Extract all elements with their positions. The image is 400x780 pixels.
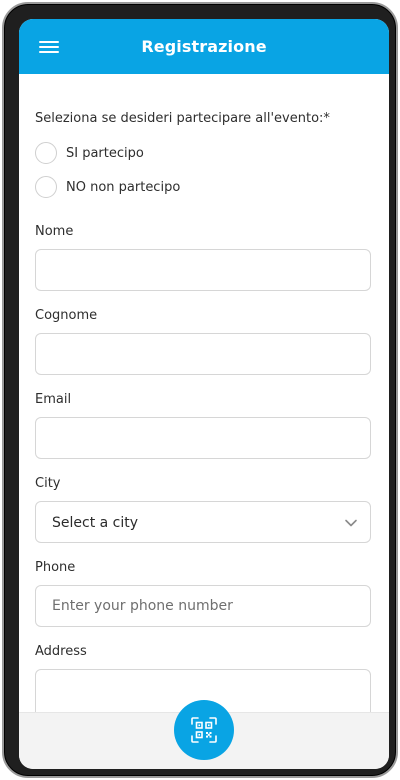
cognome-input[interactable]	[35, 333, 371, 375]
radio-label: SI partecipo	[66, 145, 144, 161]
qr-code-scan-icon	[191, 717, 217, 743]
radio-option-si-partecipo[interactable]: SI partecipo	[35, 141, 144, 165]
chevron-down-icon	[345, 519, 357, 527]
participation-question: Seleziona se desideri partecipare all'ev…	[35, 111, 330, 126]
app-screen: Registrazione Seleziona se desideri part…	[19, 19, 389, 769]
city-select[interactable]: Select a city	[35, 501, 371, 543]
page-title: Registrazione	[141, 37, 267, 56]
radio-button[interactable]	[35, 142, 57, 164]
device-frame: Registrazione Seleziona se desideri part…	[2, 2, 398, 778]
city-select-value: Select a city	[52, 515, 139, 531]
qr-scan-button[interactable]	[174, 700, 234, 760]
radio-button[interactable]	[35, 176, 57, 198]
app-header: Registrazione	[19, 19, 389, 74]
phone-label: Phone	[35, 560, 76, 575]
address-label: Address	[35, 644, 87, 659]
city-label: City	[35, 476, 61, 491]
email-input[interactable]	[35, 417, 371, 459]
phone-input[interactable]	[35, 585, 371, 627]
nome-label: Nome	[35, 224, 74, 239]
email-label: Email	[35, 392, 72, 407]
nome-input[interactable]	[35, 249, 371, 291]
hamburger-menu-icon[interactable]	[39, 40, 59, 54]
radio-label: NO non partecipo	[66, 179, 181, 195]
registration-form: Seleziona se desideri partecipare all'ev…	[19, 74, 389, 729]
radio-option-no-partecipo[interactable]: NO non partecipo	[35, 175, 180, 199]
cognome-label: Cognome	[35, 308, 98, 323]
